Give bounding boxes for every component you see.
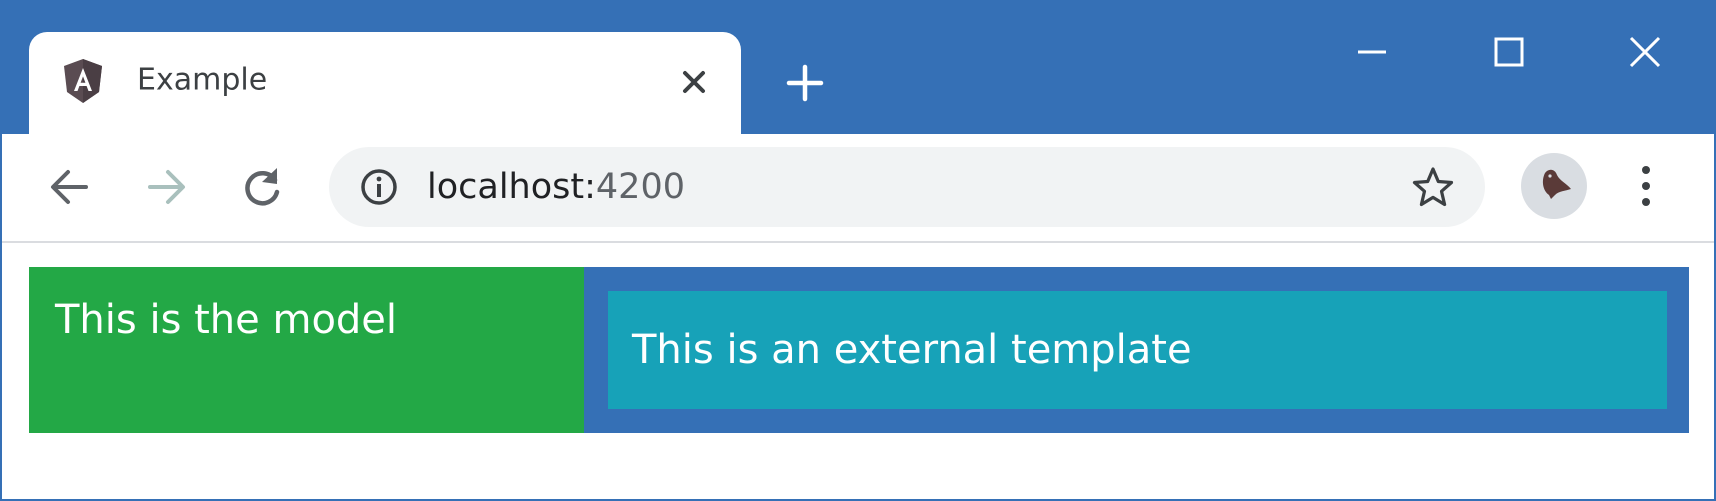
url-text[interactable]: localhost:4200 [427, 167, 685, 207]
star-icon[interactable] [1411, 165, 1455, 209]
url-host: localhost: [427, 167, 596, 207]
bird-avatar-icon [1542, 169, 1571, 199]
close-icon[interactable] [1625, 32, 1665, 72]
external-template-panel: This is an external template [608, 291, 1667, 409]
address-bar[interactable]: localhost:4200 [329, 147, 1485, 227]
browser-toolbar: localhost:4200 [2, 134, 1714, 243]
tab-title: Example [137, 62, 268, 98]
info-icon[interactable] [359, 167, 399, 207]
back-arrow-icon[interactable] [46, 164, 92, 210]
page-content: This is the model This is an external te… [2, 243, 1714, 499]
template-container: This is an external template [584, 267, 1689, 433]
forward-arrow-icon[interactable] [144, 164, 190, 210]
reload-icon[interactable] [239, 164, 285, 210]
url-port: 4200 [595, 167, 685, 207]
minimize-icon[interactable] [1352, 32, 1392, 72]
angular-icon [64, 59, 102, 103]
tab-strip: Example [2, 2, 1714, 134]
model-text: This is the model [55, 297, 398, 343]
maximize-icon[interactable] [1489, 32, 1529, 72]
profile-avatar[interactable] [1521, 153, 1587, 219]
template-text: This is an external template [632, 327, 1192, 373]
new-tab-icon[interactable] [786, 64, 824, 102]
tab-example[interactable]: Example [29, 32, 741, 134]
close-tab-icon[interactable] [677, 65, 711, 99]
browser-window: Example localhost:4200 This is the model… [0, 0, 1716, 501]
content-row: This is the model This is an external te… [29, 267, 1689, 433]
more-vert-icon[interactable] [1631, 160, 1661, 212]
model-panel: This is the model [29, 267, 584, 433]
